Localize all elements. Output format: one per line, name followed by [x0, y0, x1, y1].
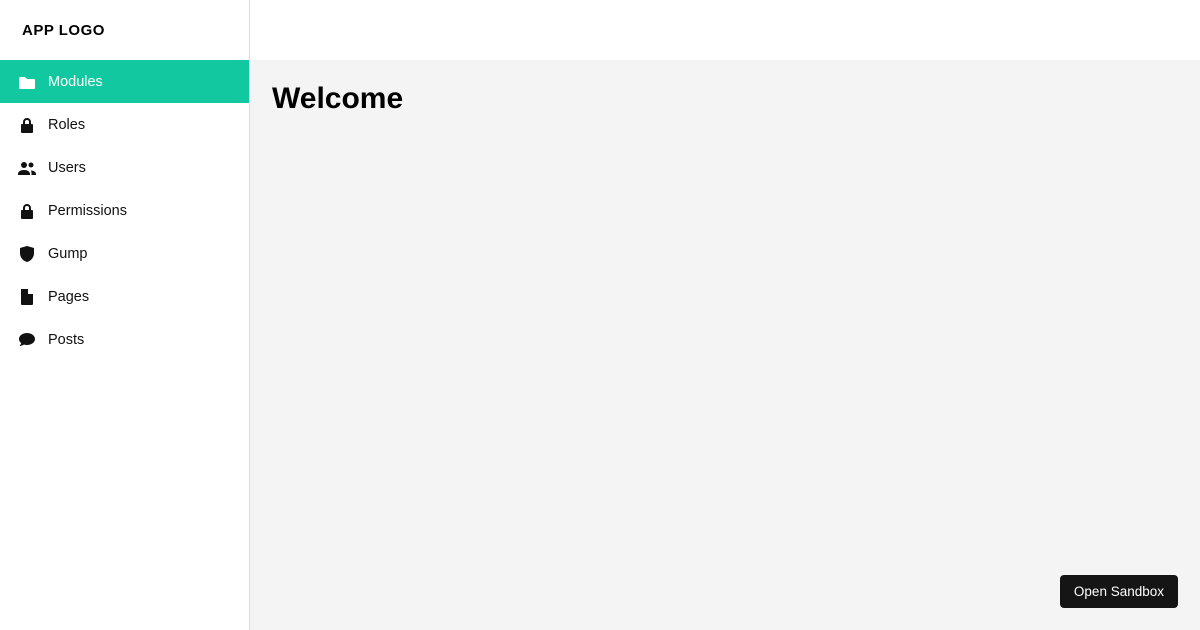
app-logo: APP LOGO — [22, 22, 105, 39]
sidebar-item-label: Gump — [48, 246, 88, 262]
lock-icon — [16, 203, 38, 219]
logo-area: APP LOGO — [0, 0, 249, 60]
sidebar-item-label: Permissions — [48, 203, 127, 219]
sidebar-item-roles[interactable]: Roles — [0, 103, 249, 146]
sidebar-item-label: Modules — [48, 74, 103, 90]
sidebar-item-label: Roles — [48, 117, 85, 133]
sidebar-item-users[interactable]: Users — [0, 146, 249, 189]
main: Welcome Open Sandbox — [250, 0, 1200, 630]
folder-icon — [16, 75, 38, 89]
nav-list: Modules Roles Users Permissions Gump — [0, 60, 249, 361]
sidebar-item-label: Pages — [48, 289, 89, 305]
content: Welcome Open Sandbox — [250, 60, 1200, 630]
sidebar-item-label: Posts — [48, 332, 84, 348]
page-heading: Welcome — [272, 82, 1178, 116]
users-icon — [16, 161, 38, 175]
open-sandbox-button[interactable]: Open Sandbox — [1060, 575, 1178, 608]
sidebar-item-gump[interactable]: Gump — [0, 232, 249, 275]
sidebar-item-modules[interactable]: Modules — [0, 60, 249, 103]
shield-icon — [16, 246, 38, 262]
sidebar: APP LOGO Modules Roles Users Permission — [0, 0, 250, 630]
topbar — [250, 0, 1200, 60]
sidebar-item-posts[interactable]: Posts — [0, 318, 249, 361]
file-icon — [16, 289, 38, 305]
sidebar-item-permissions[interactable]: Permissions — [0, 189, 249, 232]
lock-icon — [16, 117, 38, 133]
comment-icon — [16, 333, 38, 347]
sidebar-item-pages[interactable]: Pages — [0, 275, 249, 318]
sidebar-item-label: Users — [48, 160, 86, 176]
